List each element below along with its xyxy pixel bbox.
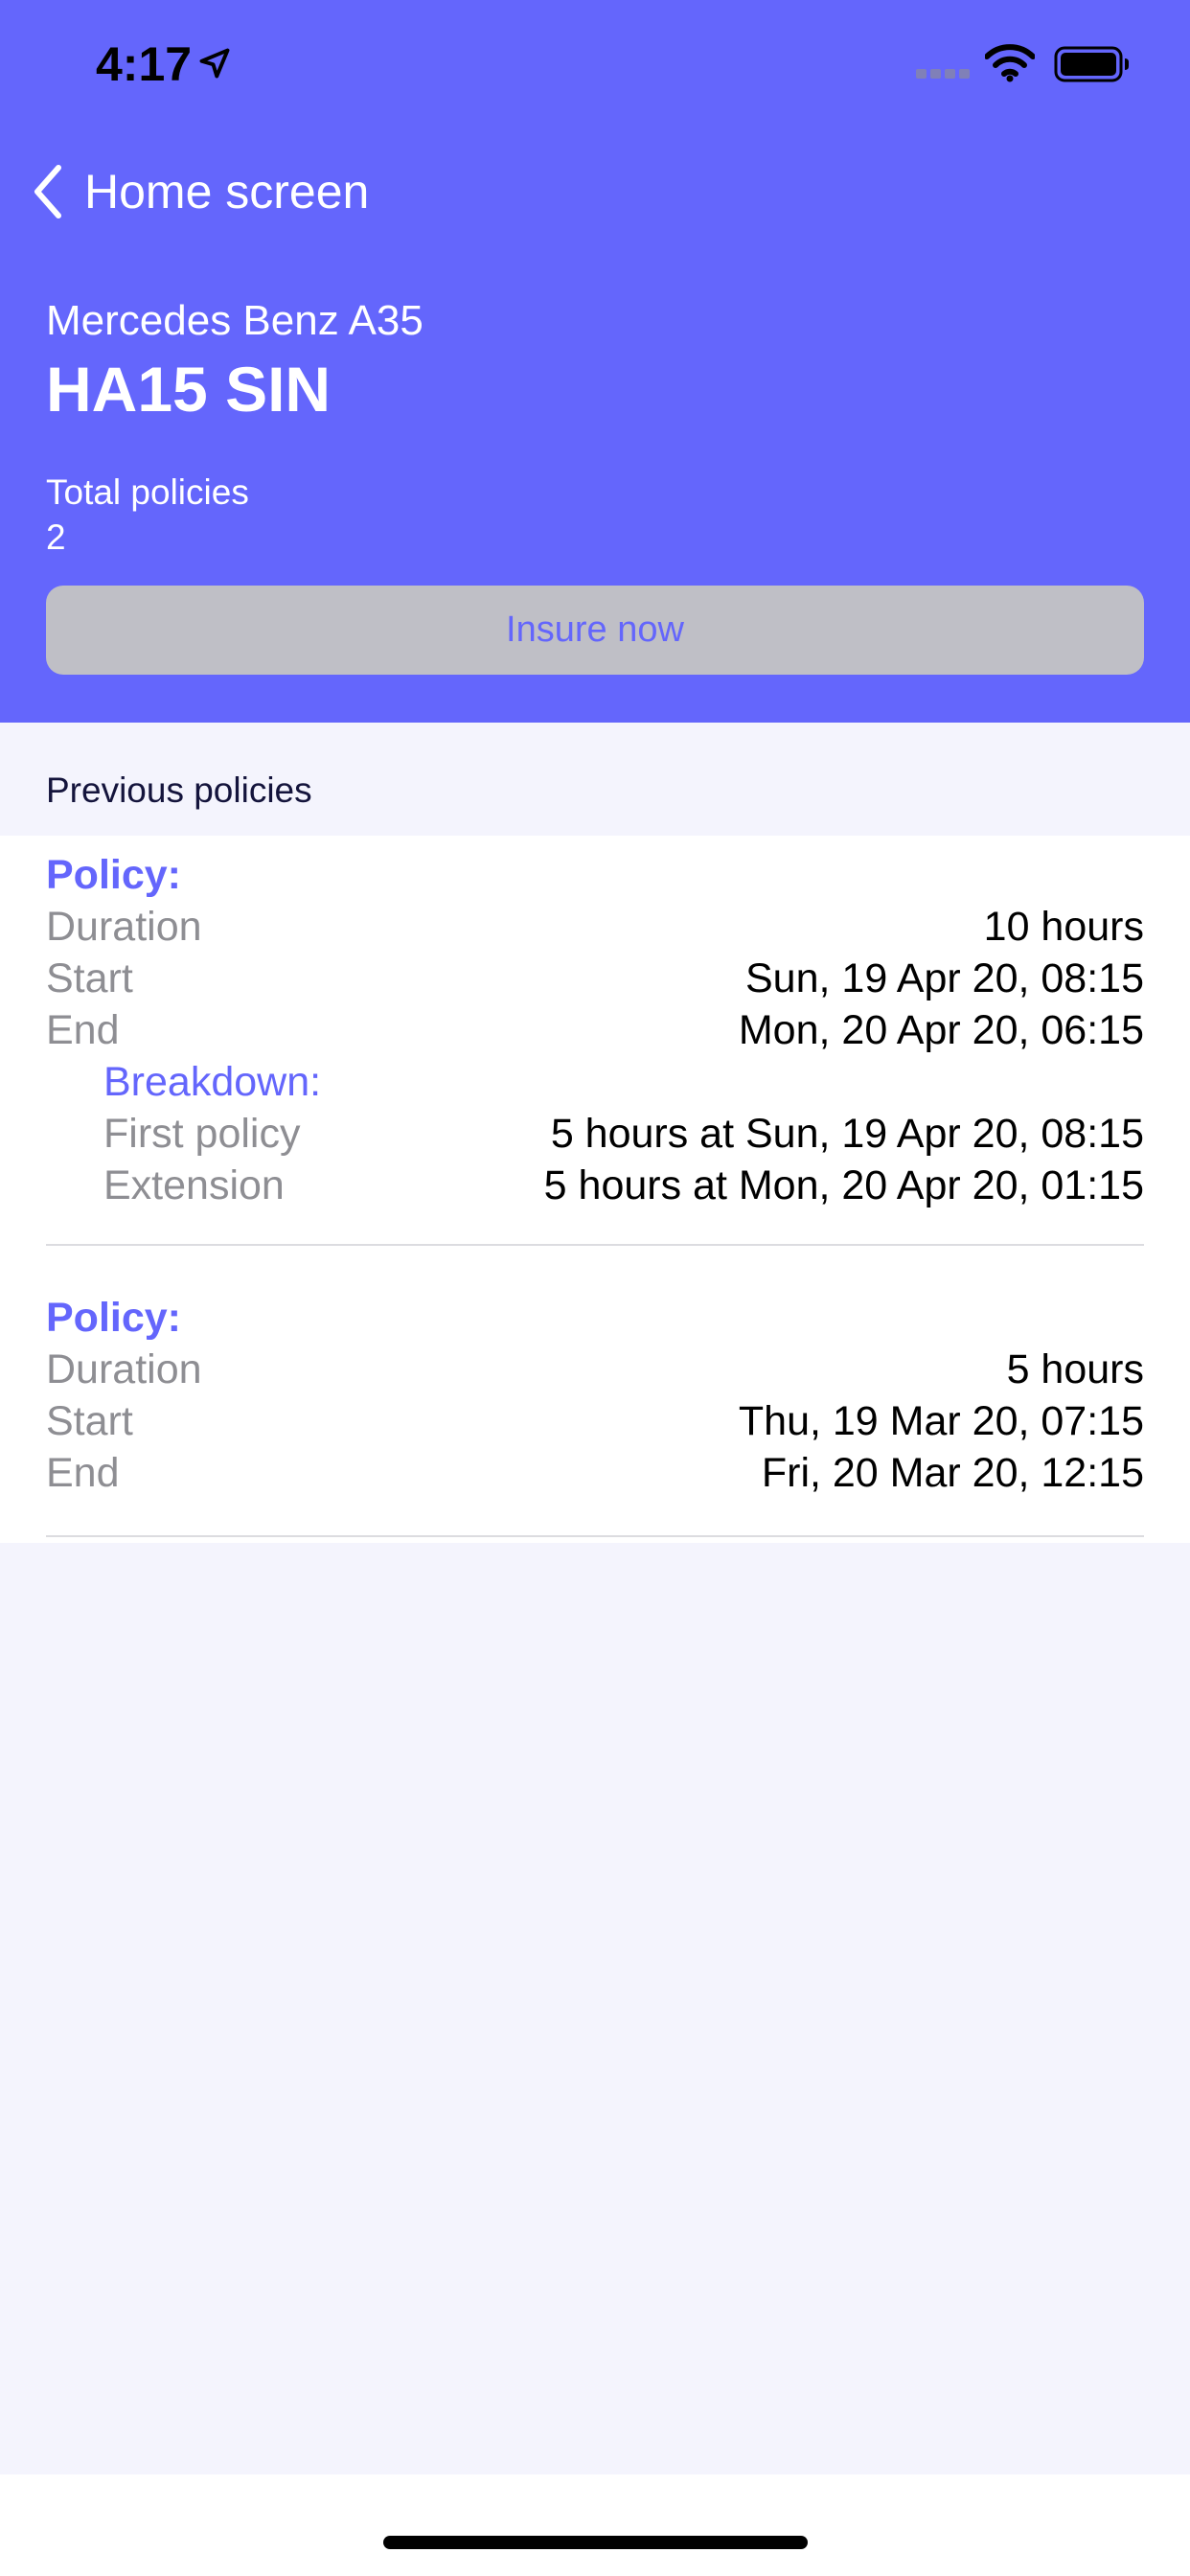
- row-label: Start: [46, 954, 133, 1001]
- chevron-left-icon: [33, 164, 63, 219]
- breakdown-first-policy-row: First policy 5 hours at Sun, 19 Apr 20, …: [46, 1108, 1144, 1160]
- policy-end-row: End Mon, 20 Apr 20, 06:15: [46, 1004, 1144, 1056]
- row-value: Mon, 20 Apr 20, 06:15: [738, 1006, 1144, 1053]
- signal-icon: [916, 67, 970, 85]
- policy-start-row: Start Sun, 19 Apr 20, 08:15: [46, 953, 1144, 1004]
- row-label: End: [46, 1449, 120, 1496]
- row-label: End: [46, 1006, 120, 1053]
- policy-start-row: Start Thu, 19 Mar 20, 07:15: [46, 1395, 1144, 1447]
- policy-card: Policy: Duration 10 hours Start Sun, 19 …: [46, 836, 1144, 1246]
- status-time: 4:17: [96, 37, 193, 91]
- row-value: Fri, 20 Mar 20, 12:15: [761, 1449, 1144, 1496]
- location-arrow-icon: [197, 46, 232, 85]
- row-value: 5 hours at Sun, 19 Apr 20, 08:15: [550, 1110, 1144, 1157]
- row-value: Thu, 19 Mar 20, 07:15: [738, 1397, 1144, 1444]
- row-value: Sun, 19 Apr 20, 08:15: [745, 954, 1144, 1001]
- previous-policies-heading: Previous policies: [46, 770, 312, 810]
- total-policies-label: Total policies: [46, 472, 249, 512]
- policy-duration-row: Duration 10 hours: [46, 901, 1144, 953]
- policy-end-row: End Fri, 20 Mar 20, 12:15: [46, 1447, 1144, 1499]
- vehicle-plate: HA15 SIN: [46, 354, 332, 425]
- row-label: Duration: [46, 903, 202, 950]
- home-indicator[interactable]: [383, 2536, 808, 2549]
- insure-now-button[interactable]: Insure now: [46, 586, 1144, 675]
- vehicle-model: Mercedes Benz A35: [46, 297, 423, 344]
- wifi-icon: [984, 44, 1036, 87]
- policy-title: Policy:: [46, 1295, 181, 1341]
- breakdown-title: Breakdown:: [103, 1059, 322, 1105]
- row-value: 5 hours: [1006, 1346, 1144, 1392]
- row-label: Extension: [103, 1162, 285, 1208]
- back-label: Home screen: [84, 165, 370, 218]
- total-policies-value: 2: [46, 518, 66, 557]
- policy-list: Policy: Duration 10 hours Start Sun, 19 …: [0, 836, 1190, 1543]
- row-value: 5 hours at Mon, 20 Apr 20, 01:15: [543, 1162, 1144, 1208]
- row-label: Start: [46, 1397, 133, 1444]
- vehicle-header: 4:17 Home screen Mercedes Benz A35 HA15 …: [0, 0, 1190, 723]
- back-button[interactable]: Home screen: [33, 153, 369, 230]
- row-value: 10 hours: [983, 903, 1144, 950]
- policy-title: Policy:: [46, 852, 181, 898]
- home-indicator-area: [0, 2474, 1190, 2576]
- divider: [46, 1535, 1144, 1537]
- row-label: First policy: [103, 1110, 301, 1157]
- battery-icon: [1054, 46, 1131, 87]
- policy-card: Policy: Duration 5 hours Start Thu, 19 M…: [46, 1246, 1144, 1537]
- policy-duration-row: Duration 5 hours: [46, 1344, 1144, 1395]
- breakdown-extension-row: Extension 5 hours at Mon, 20 Apr 20, 01:…: [46, 1160, 1144, 1211]
- row-label: Duration: [46, 1346, 202, 1392]
